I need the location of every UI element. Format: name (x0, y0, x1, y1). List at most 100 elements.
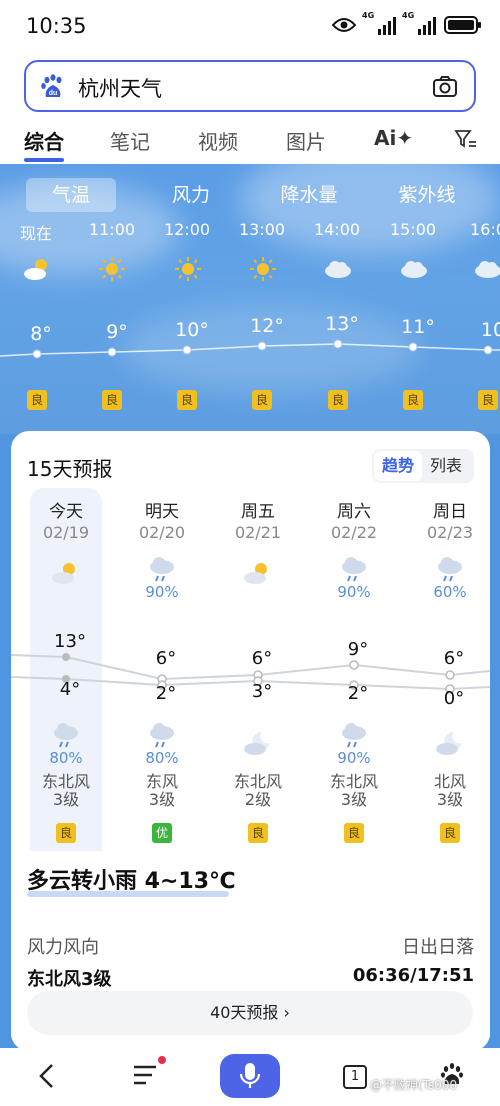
tab-temperature[interactable]: 气温 (26, 178, 116, 212)
tab-images[interactable]: 图片 (286, 126, 326, 155)
watermark: @不败神(Ts000 (370, 1078, 458, 1092)
hour-temp: 10° (175, 319, 209, 341)
day-date: 02/22 (330, 523, 378, 542)
wind-level: 3级 (340, 790, 368, 809)
aqi-badge: 良 (403, 390, 423, 410)
aqi-badge: 良 (328, 390, 348, 410)
hour-label: 11:00 (88, 220, 136, 239)
svg-text:du: du (49, 90, 58, 97)
aqi-badge: 良 (344, 823, 364, 843)
day-precip: 90% (337, 583, 371, 601)
day-low: 2° (347, 683, 369, 704)
sun-label: 日出日落 (402, 937, 474, 958)
cloud-icon (475, 261, 500, 278)
today-condition: 多云转小雨 4~13℃ (27, 869, 236, 894)
day-date: 02/20 (138, 523, 186, 542)
day-low: 0° (443, 688, 465, 709)
back-icon[interactable] (34, 1062, 62, 1090)
hourly-forecast: 气温 风力 降水量 紫外线 现在 11:00 12:00 13:00 14:00… (0, 164, 500, 434)
today-summary: 多云转小雨 4~13℃ 风力风向 东北风3级 日出日落 06:36/17:51 … (11, 853, 490, 1051)
filter-icon[interactable] (454, 128, 478, 150)
search-box[interactable]: du 杭州天气 (24, 60, 476, 112)
tab-video[interactable]: 视频 (198, 126, 238, 155)
status-bar: 10:35 4G 4G (0, 0, 500, 52)
tab-underline (24, 158, 64, 162)
sun-icon (250, 257, 276, 281)
day-name: 明天 (145, 502, 179, 522)
aqi-badge: 良 (248, 823, 268, 843)
rain-cloud-icon (150, 723, 174, 748)
sun-icon (99, 257, 125, 281)
partly-cloudy-icon (244, 563, 267, 584)
day-date: 02/19 (42, 523, 90, 542)
search-input[interactable]: 杭州天气 (78, 73, 162, 103)
day-high: 6° (251, 648, 273, 669)
aqi-badge: 良 (440, 823, 460, 843)
day-date: 02/23 (426, 523, 474, 542)
wind-value: 东北风3级 (27, 969, 112, 990)
cloud-icon (401, 261, 427, 278)
rain-cloud-icon (438, 557, 462, 582)
day-high: 9° (347, 639, 369, 660)
day-low: 2° (155, 683, 177, 704)
tab-notes[interactable]: 笔记 (110, 126, 150, 155)
wind-direction: 东风 (145, 772, 178, 791)
hour-label: 15:00 (389, 220, 437, 239)
wind-direction: 东北风 (233, 772, 282, 791)
tabs-count-button[interactable]: 1 (343, 1065, 367, 1089)
day-name: 周六 (337, 502, 371, 522)
wind-label: 风力风向 (27, 937, 99, 958)
aqi-badge: 良 (478, 390, 498, 410)
wind-level: 3级 (52, 790, 80, 809)
weather-metric-tabs: 气温 风力 降水量 紫外线 (26, 178, 496, 212)
night-precip: 80% (145, 749, 179, 767)
day-precip: 60% (433, 583, 467, 601)
sun-value: 06:36/17:51 (352, 965, 474, 986)
day-date: 02/21 (234, 523, 282, 542)
partly-cloudy-icon (24, 259, 47, 280)
day-name: 今天 (49, 502, 83, 522)
hourly-temp-line (0, 339, 500, 359)
night-precip: 80% (49, 749, 83, 767)
sun-icon (175, 257, 201, 281)
battery-icon (444, 16, 481, 34)
hour-temp: 11° (401, 316, 435, 338)
trend-view-button[interactable]: 趋势 (374, 451, 422, 481)
voice-search-button[interactable] (220, 1054, 280, 1098)
tab-uv[interactable]: 紫外线 (382, 178, 472, 212)
camera-icon[interactable] (432, 75, 458, 99)
baidu-logo-icon: du (41, 74, 62, 97)
day-high: 6° (155, 648, 177, 669)
search-tabs: 综合 笔记 视频 图片 Ai✦ (0, 118, 500, 164)
rain-cloud-icon (54, 723, 78, 748)
moon-cloud-icon (436, 731, 462, 755)
night-precip: 90% (337, 749, 371, 767)
tab-precipitation[interactable]: 降水量 (264, 178, 354, 212)
day-high: 6° (443, 648, 465, 669)
day-low: 3° (251, 681, 273, 702)
menu-icon[interactable] (132, 1064, 158, 1086)
notification-dot (158, 1056, 166, 1064)
wind-level: 3级 (436, 790, 464, 809)
list-view-button[interactable]: 列表 (422, 449, 470, 483)
wind-direction: 东北风 (41, 772, 90, 791)
aqi-badge: 良 (27, 390, 47, 410)
rain-cloud-icon (342, 557, 366, 582)
day-high: 13° (54, 631, 86, 652)
forty-day-forecast-button[interactable]: 40天预报 › (27, 991, 473, 1035)
search-header: du 杭州天气 综合 笔记 视频 图片 Ai✦ (0, 52, 500, 164)
day-low: 4° (59, 679, 81, 700)
status-time: 10:35 (26, 14, 87, 38)
microphone-icon (239, 1063, 261, 1088)
hour-temp: 12° (250, 315, 284, 337)
day-name: 周五 (241, 502, 275, 522)
aqi-badge: 良 (252, 390, 272, 410)
tab-wind[interactable]: 风力 (146, 178, 236, 212)
rain-cloud-icon (150, 557, 174, 582)
tab-ai[interactable]: Ai✦ (374, 126, 413, 150)
hour-label: 现在 (19, 224, 52, 243)
hour-temp: 10 (480, 319, 500, 341)
moon-cloud-icon (244, 731, 270, 755)
wind-level: 2级 (244, 790, 272, 809)
tab-all[interactable]: 综合 (24, 126, 64, 155)
